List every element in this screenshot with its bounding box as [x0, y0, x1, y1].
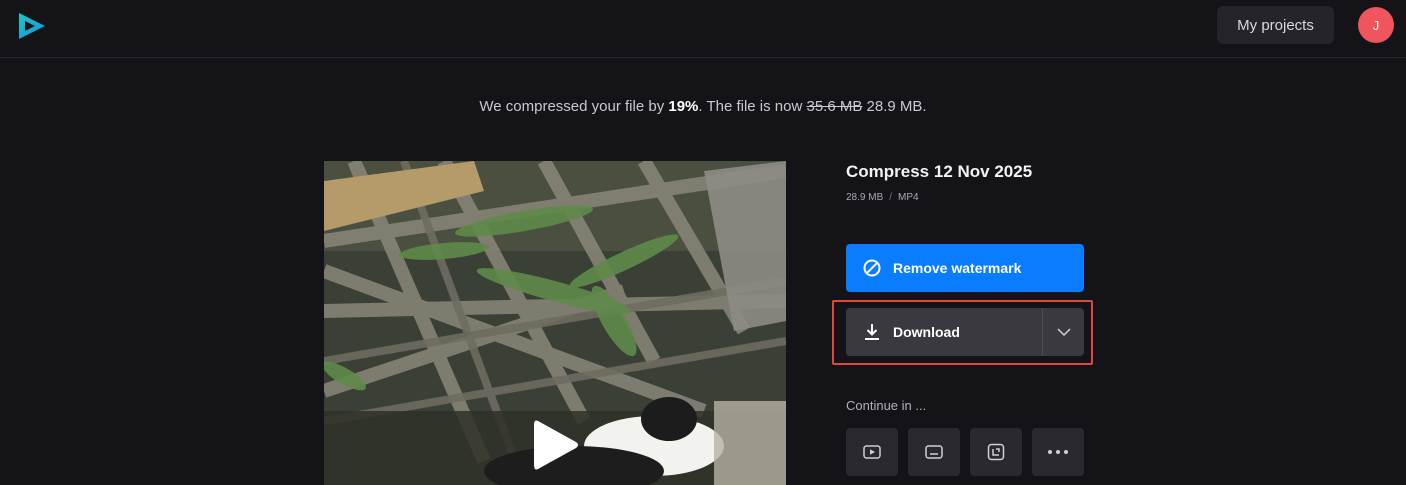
compression-summary: We compressed your file by 19%. The file…	[0, 98, 1406, 115]
continue-in-label: Continue in ...	[846, 398, 927, 413]
logo-icon[interactable]	[16, 11, 48, 41]
summary-suffix: .	[922, 98, 927, 115]
play-icon[interactable]	[530, 417, 580, 473]
continue-more-button[interactable]	[1032, 428, 1084, 476]
my-projects-button[interactable]: My projects	[1217, 6, 1334, 44]
remove-watermark-button[interactable]: Remove watermark	[846, 244, 1084, 292]
new-size: 28.9 MB	[866, 98, 923, 115]
avatar[interactable]: J	[1358, 7, 1394, 43]
summary-middle: . The file is now	[698, 98, 807, 115]
video-preview[interactable]	[324, 161, 786, 485]
remove-watermark-label: Remove watermark	[893, 260, 1022, 276]
prohibited-icon	[863, 259, 881, 277]
download-button[interactable]: Download	[846, 308, 1042, 356]
download-options-button[interactable]	[1043, 308, 1084, 356]
summary-prefix: We compressed your file by	[479, 98, 669, 115]
download-icon	[865, 324, 879, 340]
file-format: MP4	[898, 192, 919, 203]
top-bar: My projects J	[0, 0, 1406, 58]
file-title: Compress 12 Nov 2025	[846, 162, 1033, 181]
continue-subtitles-button[interactable]	[908, 428, 960, 476]
chevron-down-icon	[1056, 328, 1071, 336]
continue-in-options	[846, 428, 1084, 476]
download-label: Download	[893, 324, 960, 340]
subtitles-icon	[925, 445, 943, 459]
continue-crop-button[interactable]	[970, 428, 1022, 476]
continue-youtube-button[interactable]	[846, 428, 898, 476]
old-size: 35.6 MB	[806, 98, 863, 115]
summary-percent: 19%	[668, 98, 699, 115]
file-size: 28.9 MB	[846, 192, 884, 203]
youtube-icon	[863, 445, 881, 459]
download-button-group: Download	[846, 308, 1084, 356]
more-icon	[1048, 450, 1068, 454]
crop-icon	[987, 443, 1005, 461]
meta-separator: /	[889, 192, 893, 203]
file-meta: 28.9 MB / MP4	[846, 192, 919, 203]
